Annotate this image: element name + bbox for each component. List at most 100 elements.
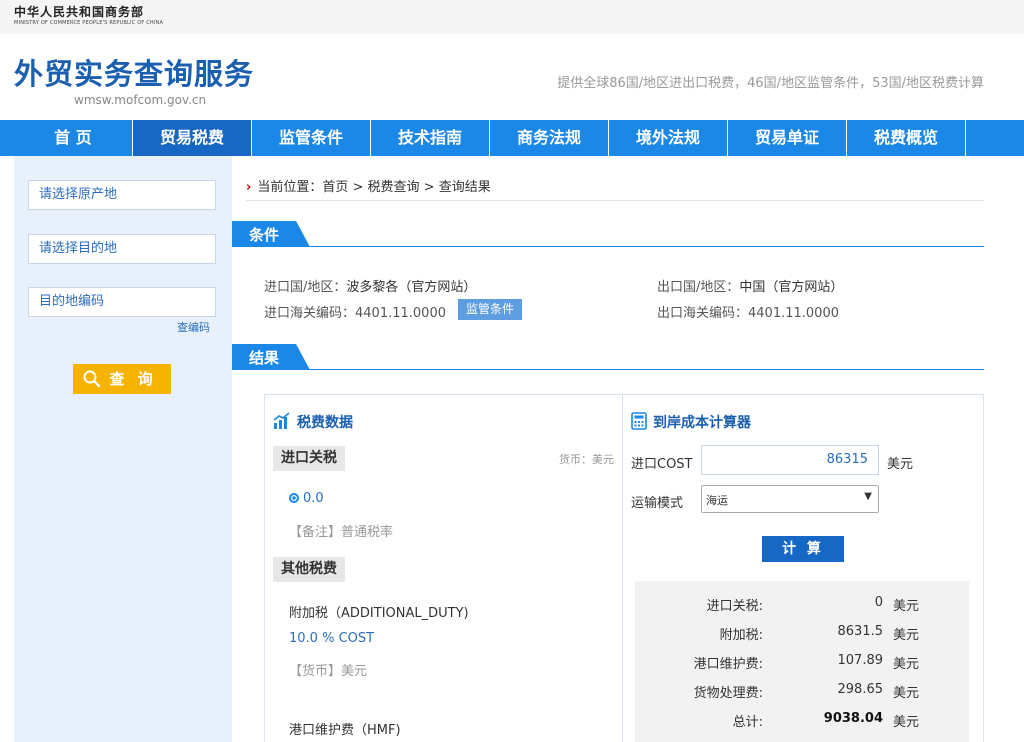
site-header: 外贸实务查询服务 wmsw.mofcom.gov.cn 提供全球86国/地区进出… [0, 34, 1024, 120]
summary-row-import-duty: 进口关税: 0 美元 [635, 595, 969, 615]
summary-unit: 美元 [893, 686, 920, 701]
results-box: 税费数据 进口关税 货币：美元 0.0 【备注】普通税率 其他税费 附加税（AD… [264, 394, 984, 742]
site-description: 提供全球86国/地区进出口税费，46国/地区监管条件，53国/地区税费计算 [557, 76, 984, 91]
ministry-name-en: MINISTRY OF COMMERCE PEOPLE'S REPUBLIC O… [14, 20, 164, 26]
radio-selected-icon[interactable] [289, 493, 299, 503]
landed-cost-calculator: 到岸成本计算器 进口COST 86315 美元 运输模式 海运 ▼ 计 算 进口… [623, 395, 983, 742]
conditions-label: 条件 [249, 226, 280, 244]
main-area: 请选择原产地 请选择目的地 目的地编码 查编码 查 询 › 当前位置：首页 > 税… [0, 156, 1024, 742]
destination-code-input[interactable]: 目的地编码 [28, 287, 216, 317]
chevron-down-icon: ▼ [864, 491, 872, 502]
site-url: wmsw.mofcom.gov.cn [74, 93, 207, 107]
search-icon [83, 370, 101, 388]
lookup-code-link[interactable]: 查编码 [177, 319, 210, 335]
hmf-name: 港口维护费（HMF) [289, 723, 401, 738]
summary-unit: 美元 [893, 657, 920, 672]
tax-data-panel: 税费数据 进口关税 货币：美元 0.0 【备注】普通税率 其他税费 附加税（AD… [265, 395, 623, 742]
export-code: 出口海关编码：4401.11.0000 [657, 302, 839, 321]
calculator-icon [631, 412, 647, 430]
ministry-strip: 中华人民共和国商务部 MINISTRY OF COMMERCE PEOPLE'S… [0, 0, 1024, 34]
nav-item-commerce-law[interactable]: 商务法规 [490, 120, 609, 156]
additional-duty-rate: 10.0 % COST [289, 631, 375, 646]
nav-item-trade-tax[interactable]: 贸易税费 [133, 120, 252, 156]
summary-row-total: 总计: 9038.04 美元 [635, 711, 969, 731]
ministry-name-cn: 中华人民共和国商务部 [14, 5, 145, 19]
content-area: › 当前位置：首页 > 税费查询 > 查询结果 条件 进口国/地区：波多黎各（官方… [232, 156, 992, 742]
regulatory-conditions-button[interactable]: 监管条件 [458, 299, 522, 320]
import-code-value: 4401.11.0000 [355, 306, 446, 321]
summary-row-hmf: 港口维护费: 107.89 美元 [635, 653, 969, 673]
query-button[interactable]: 查 询 [73, 364, 171, 394]
nav-item-trade-docs[interactable]: 贸易单证 [728, 120, 847, 156]
cost-summary: 进口关税: 0 美元 附加税: 8631.5 美元 港口维护费: 107.89 … [635, 581, 969, 742]
summary-value: 107.89 [837, 653, 884, 668]
transport-mode-value: 海运 [706, 494, 728, 507]
origin-select[interactable]: 请选择原产地 [28, 180, 216, 210]
summary-label: 进口关税: [706, 599, 763, 614]
cost-label: 进口COST [631, 457, 693, 472]
breadcrumb-arrow-icon: › [246, 180, 252, 195]
destination-select[interactable]: 请选择目的地 [28, 234, 216, 264]
results-tab: 结果 [232, 344, 310, 370]
calculator-title-text: 到岸成本计算器 [653, 415, 751, 431]
export-code-label: 出口海关编码： [657, 306, 749, 321]
export-country-label: 出口国/地区： [657, 280, 740, 295]
export-code-value: 4401.11.0000 [748, 306, 839, 321]
nav-item-tech-guide[interactable]: 技术指南 [371, 120, 490, 156]
breadcrumb: › 当前位置：首页 > 税费查询 > 查询结果 [246, 176, 491, 195]
results-label: 结果 [249, 349, 280, 367]
conditions-divider [232, 246, 984, 247]
search-sidebar: 请选择原产地 请选择目的地 目的地编码 查编码 查 询 [14, 156, 232, 742]
main-nav: 首 页 贸易税费 监管条件 技术指南 商务法规 境外法规 贸易单证 税费概览 [0, 120, 1024, 156]
nav-item-regulatory[interactable]: 监管条件 [252, 120, 371, 156]
summary-total-value: 9038.04 [823, 711, 883, 726]
summary-value: 8631.5 [837, 624, 884, 639]
import-country-label: 进口国/地区： [264, 280, 347, 295]
nav-item-foreign-law[interactable]: 境外法规 [609, 120, 728, 156]
summary-unit: 美元 [893, 599, 920, 614]
summary-label: 货物处理费: [693, 686, 763, 701]
duty-value: 0.0 [303, 491, 324, 506]
chart-trend-icon [273, 412, 290, 429]
summary-label: 附加税: [719, 628, 763, 643]
summary-label: 总计: [732, 715, 763, 730]
export-country: 出口国/地区：中国（官方网站） [657, 276, 843, 295]
summary-unit: 美元 [893, 628, 920, 643]
import-duty-label: 进口关税 [273, 446, 345, 471]
site-title[interactable]: 外贸实务查询服务 [14, 56, 254, 92]
additional-currency: 【货币】美元 [289, 664, 368, 679]
additional-duty-name: 附加税（ADDITIONAL_DUTY) [289, 606, 469, 621]
summary-value: 0 [874, 595, 883, 610]
import-official-site-link[interactable]: （官方网站） [398, 280, 476, 295]
nav-item-tax-overview[interactable]: 税费概览 [847, 120, 966, 156]
duty-note: 【备注】普通税率 [289, 525, 394, 540]
import-code: 进口海关编码：4401.11.0000 [264, 302, 446, 321]
summary-row-additional-duty: 附加税: 8631.5 美元 [635, 624, 969, 644]
transport-label: 运输模式 [631, 496, 684, 511]
import-country-value: 波多黎各 [346, 280, 399, 295]
breadcrumb-divider [246, 200, 984, 201]
tax-data-title: 税费数据 [273, 412, 353, 432]
other-taxes-label: 其他税费 [273, 557, 345, 582]
import-country: 进口国/地区：波多黎各（官方网站） [264, 276, 476, 295]
currency-note: 货币：美元 [559, 453, 614, 466]
import-code-label: 进口海关编码： [264, 306, 356, 321]
nav-item-home[interactable]: 首 页 [14, 120, 133, 156]
calculate-button[interactable]: 计 算 [762, 536, 844, 562]
cost-unit: 美元 [887, 457, 914, 472]
results-divider [232, 369, 984, 370]
conditions-tab: 条件 [232, 221, 310, 247]
transport-mode-select[interactable]: 海运 ▼ [701, 485, 879, 513]
breadcrumb-path[interactable]: 首页 > 税费查询 > 查询结果 [322, 180, 490, 195]
summary-unit: 美元 [893, 715, 920, 730]
duty-option[interactable]: 0.0 [289, 491, 324, 506]
export-country-value: 中国 [739, 280, 766, 295]
summary-row-handling: 货物处理费: 298.65 美元 [635, 682, 969, 702]
summary-value: 298.65 [837, 682, 884, 697]
tax-data-title-text: 税费数据 [297, 415, 353, 431]
breadcrumb-prefix: 当前位置： [257, 180, 323, 195]
calculator-title: 到岸成本计算器 [631, 412, 751, 432]
export-official-site-link[interactable]: （官方网站） [765, 280, 843, 295]
summary-label: 港口维护费: [693, 657, 763, 672]
cost-input[interactable]: 86315 [701, 445, 879, 475]
